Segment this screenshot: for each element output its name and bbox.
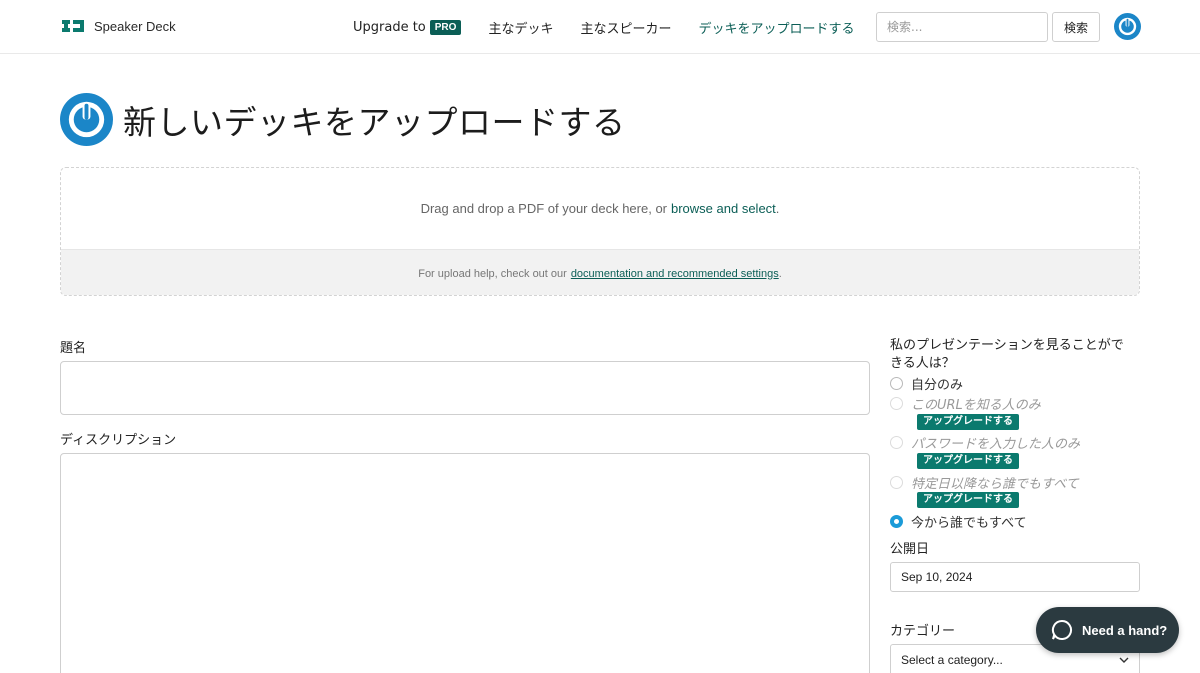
privacy-option-password: パスワードを入力した人のみ — [890, 433, 1080, 452]
privacy-option-label: 自分のみ — [911, 378, 964, 393]
main-nav: Upgrade to PRO 主なデッキ 主なスピーカー デッキをアップロードす… — [353, 0, 881, 54]
radio-button-selected[interactable] — [890, 515, 903, 528]
documentation-link[interactable]: documentation and recommended settings — [571, 268, 779, 280]
publish-date-input[interactable] — [890, 562, 1140, 592]
page-title: 新しいデッキをアップロードする — [123, 102, 626, 142]
top-header: Speaker Deck Upgrade to PRO 主なデッキ 主なスピーカ… — [0, 0, 1200, 54]
privacy-option-everyone-now[interactable]: 今から誰でもすべて — [890, 512, 1027, 531]
title-label: 題名 — [60, 341, 87, 356]
chat-bubble-icon — [1051, 619, 1072, 640]
privacy-label: 私のプレゼンテーションを見ることができる人は？ — [890, 338, 1124, 371]
privacy-option-only-me[interactable]: 自分のみ — [890, 374, 963, 393]
search-button[interactable]: 検索 — [1052, 12, 1100, 42]
upgrade-badge[interactable]: アップグレードする — [917, 453, 1019, 469]
dropzone-text-suffix: . — [775, 201, 780, 216]
radio-button[interactable] — [890, 377, 903, 390]
radio-button — [890, 436, 903, 449]
upgrade-label: Upgrade to — [353, 19, 426, 35]
browse-and-select-link[interactable]: browse and select — [671, 201, 776, 216]
radio-button — [890, 476, 903, 489]
privacy-option-label: 特定日以降なら誰でもすべて — [911, 477, 1079, 492]
user-avatar-large-icon — [60, 93, 113, 146]
dropzone-instructions: Drag and drop a PDF of your deck here, o… — [61, 168, 1139, 249]
pdf-dropzone[interactable]: Drag and drop a PDF of your deck here, o… — [60, 167, 1140, 296]
logo-text: Speaker Deck — [94, 18, 176, 34]
nav-featured-speakers[interactable]: 主なスピーカー — [580, 18, 671, 37]
title-input[interactable] — [60, 361, 870, 415]
nav-upload-deck[interactable]: デッキをアップロードする — [698, 18, 854, 37]
privacy-option-after-date: 特定日以降なら誰でもすべて — [890, 473, 1079, 492]
privacy-option-label: パスワードを入力した人のみ — [911, 437, 1081, 452]
page-title-row: 新しいデッキをアップロードする — [60, 93, 626, 146]
radio-button — [890, 397, 903, 410]
privacy-option-label: このURLを知る人のみ — [911, 398, 1041, 413]
upgrade-to-pro-link[interactable]: Upgrade to PRO — [353, 19, 462, 35]
speaker-deck-logo[interactable]: Speaker Deck — [60, 16, 176, 36]
search-input[interactable] — [876, 12, 1048, 42]
pro-badge: PRO — [429, 19, 462, 35]
privacy-option-url-only: このURLを知る人のみ — [890, 394, 1041, 413]
upgrade-badge[interactable]: アップグレードする — [917, 492, 1019, 508]
upload-help-suffix: . — [778, 267, 782, 280]
upload-help-prefix: For upload help, check out our — [418, 267, 567, 280]
description-textarea[interactable] — [60, 453, 870, 673]
need-a-hand-button[interactable]: Need a hand? — [1036, 607, 1179, 653]
upgrade-badge[interactable]: アップグレードする — [917, 414, 1019, 430]
upload-help-bar: For upload help, check out our documenta… — [61, 249, 1139, 295]
category-selected-value: Select a category... — [901, 653, 1003, 667]
category-label: カテゴリー — [890, 624, 956, 639]
publish-date-label: 公開日 — [890, 542, 930, 557]
user-avatar-icon[interactable] — [1114, 13, 1141, 40]
chevron-down-icon — [1119, 657, 1129, 663]
help-widget-label: Need a hand? — [1082, 622, 1168, 638]
dropzone-text: Drag and drop a PDF of your deck here, o… — [420, 201, 667, 216]
speaker-deck-logo-icon — [62, 20, 84, 32]
description-label: ディスクリプション — [60, 433, 177, 448]
nav-featured-decks[interactable]: 主なデッキ — [488, 18, 553, 37]
privacy-option-label: 今から誰でもすべて — [911, 516, 1027, 531]
